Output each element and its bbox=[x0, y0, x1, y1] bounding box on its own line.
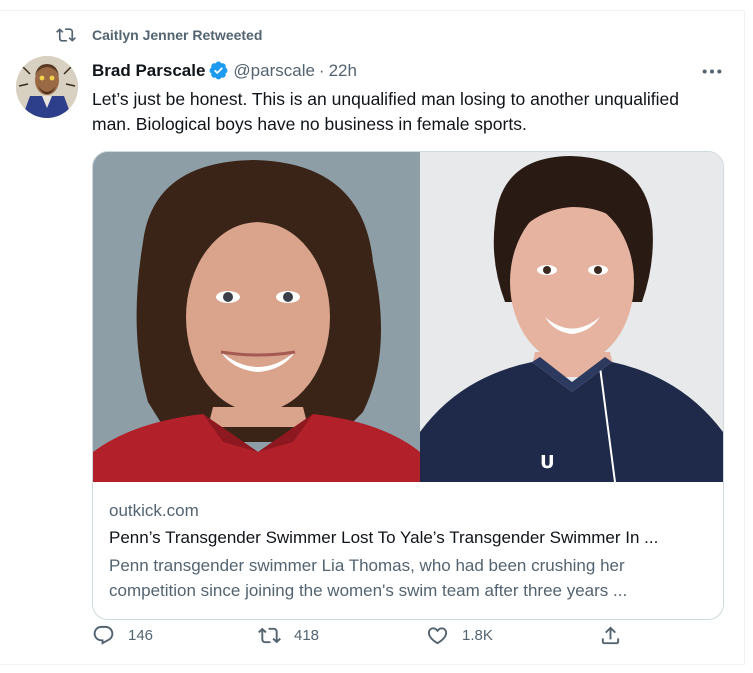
retweet-button[interactable]: 418 bbox=[258, 624, 319, 647]
verified-badge-icon bbox=[209, 61, 228, 80]
card-domain: outkick.com bbox=[109, 501, 199, 520]
share-button[interactable] bbox=[599, 624, 635, 647]
social-context[interactable]: Caitlyn Jenner Retweeted bbox=[56, 25, 262, 45]
card-image[interactable]: U bbox=[93, 152, 723, 482]
photo-right: U bbox=[420, 152, 723, 482]
avatar-illustration bbox=[16, 56, 78, 118]
svg-text:U: U bbox=[540, 452, 555, 473]
more-button[interactable] bbox=[698, 61, 726, 81]
link-card[interactable]: U outkick.com Penn’s Transgender Swimmer… bbox=[92, 151, 724, 620]
tweet[interactable]: Caitlyn Jenner Retweeted Brad Parscale @… bbox=[0, 10, 745, 665]
like-button[interactable]: 1.8K bbox=[426, 624, 493, 647]
retweet-icon bbox=[56, 28, 76, 42]
handle[interactable]: @parscale bbox=[233, 61, 315, 81]
separator-dot: · bbox=[318, 60, 325, 80]
display-name[interactable]: Brad Parscale bbox=[92, 61, 205, 81]
reply-icon bbox=[93, 625, 114, 645]
more-icon bbox=[702, 68, 722, 74]
card-description: Penn transgender swimmer Lia Thomas, who… bbox=[109, 556, 628, 600]
like-icon bbox=[427, 627, 448, 645]
card-title: Penn’s Transgender Swimmer Lost To Yale’… bbox=[109, 528, 659, 547]
retweet-count: 418 bbox=[294, 627, 320, 644]
swimmer-portrait-right: U bbox=[420, 152, 723, 482]
like-count: 1.8K bbox=[462, 627, 493, 644]
social-context-label: Caitlyn Jenner Retweeted bbox=[92, 27, 263, 43]
avatar[interactable] bbox=[16, 56, 78, 118]
reply-button[interactable]: 146 bbox=[92, 624, 153, 647]
swimmer-portrait-left bbox=[93, 152, 420, 482]
action-bar: 146 418 1.8K bbox=[92, 624, 632, 654]
timestamp[interactable]: 22h bbox=[329, 61, 357, 81]
share-icon bbox=[601, 626, 620, 645]
retweet-icon bbox=[258, 627, 281, 644]
tweet-text: Let’s just be honest. This is an unquali… bbox=[92, 89, 679, 134]
tweet-header: Brad Parscale @parscale · 22h bbox=[92, 60, 357, 81]
reply-count: 146 bbox=[128, 627, 154, 644]
photo-left bbox=[93, 152, 420, 482]
